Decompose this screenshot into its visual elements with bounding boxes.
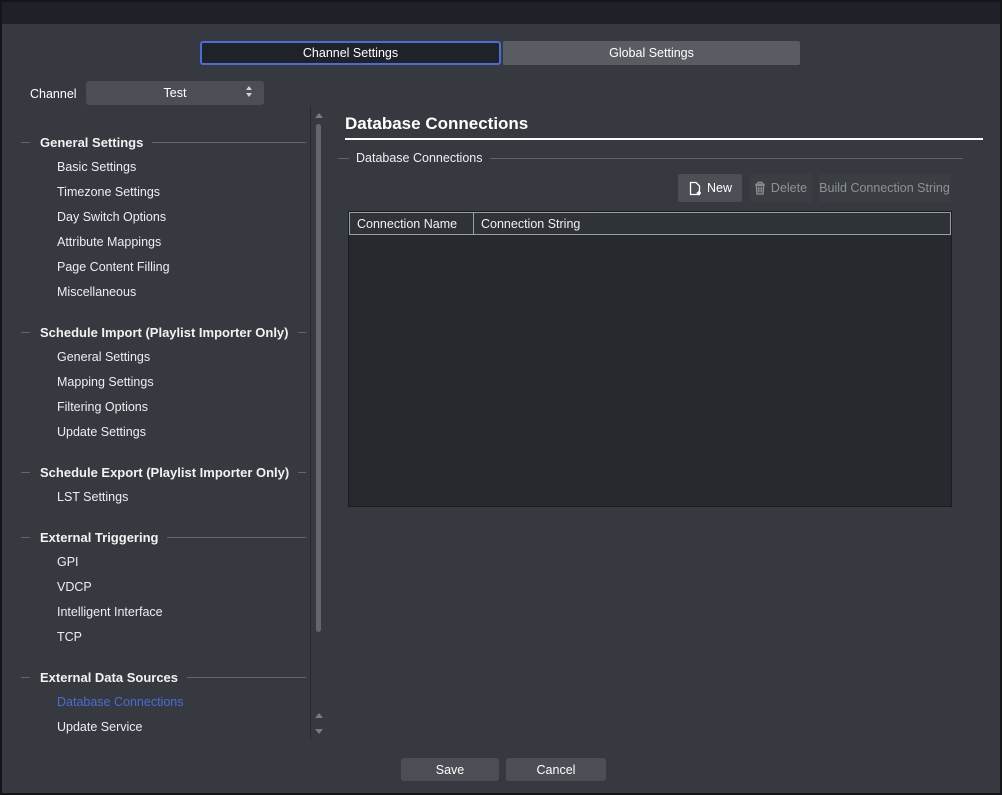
section-line [21,142,30,143]
app-window: Channel Settings Global Settings Channel… [0,0,1002,795]
sidebar-item-vdcp[interactable]: VDCP [2,575,310,600]
section-line [21,472,30,473]
sidebar-item-tcp[interactable]: TCP [2,625,310,650]
sidebar-item-timezone-settings[interactable]: Timezone Settings [2,180,310,205]
section-line [298,472,306,473]
sidebar-item-intelligent-interface[interactable]: Intelligent Interface [2,600,310,625]
scroll-up-icon[interactable] [315,113,323,118]
sidebar-item-basic-settings[interactable]: Basic Settings [2,155,310,180]
connections-toolbar: New Delete Build Connection String [678,174,950,202]
section-title-text: Schedule Export (Playlist Importer Only) [40,465,289,480]
section-line [21,332,30,333]
sidebar-item-update-settings[interactable]: Update Settings [2,420,310,445]
groupbox-line [490,158,963,159]
section-title-text: General Settings [40,135,143,150]
new-file-icon [688,181,702,196]
sidebar-nav: General Settings Basic SettingsTimezone S… [2,130,310,755]
sidebar-item-filtering-options[interactable]: Filtering Options [2,395,310,420]
groupbox-database-connections: Database Connections [338,150,963,166]
title-bar [2,2,1000,24]
updown-spinner-icon [246,86,252,97]
sidebar-item-page-content-filling[interactable]: Page Content Filling [2,255,310,280]
sidebar-item-general-settings[interactable]: General Settings [2,345,310,370]
sidebar-section-schedule-export-playlist-importer-only: Schedule Export (Playlist Importer Only)… [2,460,310,510]
channel-label: Channel [30,87,77,101]
trash-icon [754,181,766,195]
save-button[interactable]: Save [401,758,499,781]
sidebar-section-title-schedule-export-playlist-importer-only: Schedule Export (Playlist Importer Only) [2,460,310,485]
sidebar-item-mapping-settings[interactable]: Mapping Settings [2,370,310,395]
sidebar-item-day-switch-options[interactable]: Day Switch Options [2,205,310,230]
sidebar-scrollbar-thumb[interactable] [316,124,321,632]
sidebar-section-external-data-sources: External Data Sources Database Connection… [2,665,310,740]
section-line [152,142,306,143]
groupbox-label: Database Connections [356,151,482,165]
build-button-label: Build Connection String [819,181,950,195]
tab-channel-settings[interactable]: Channel Settings [200,41,501,65]
sidebar-item-lst-settings[interactable]: LST Settings [2,485,310,510]
column-header-connection-string[interactable]: Connection String [474,213,950,234]
sidebar-section-title-general-settings: General Settings [2,130,310,155]
channel-select[interactable]: Test [86,81,264,105]
section-line [298,332,307,333]
sidebar-item-database-connections[interactable]: Database Connections [2,690,310,715]
sidebar-section-title-schedule-import-playlist-importer-only: Schedule Import (Playlist Importer Only) [2,320,310,345]
connections-table-header: Connection NameConnection String [349,212,951,235]
sidebar-item-update-service[interactable]: Update Service [2,715,310,740]
build-connection-string-button[interactable]: Build Connection String [819,174,950,202]
settings-tab-bar: Channel Settings Global Settings [200,41,800,65]
new-button-label: New [707,181,732,195]
delete-button-label: Delete [771,181,807,195]
section-line [187,677,306,678]
section-line [167,537,306,538]
new-button[interactable]: New [678,174,742,202]
section-title-text: External Data Sources [40,670,178,685]
sidebar-item-attribute-mappings[interactable]: Attribute Mappings [2,230,310,255]
delete-button[interactable]: Delete [749,174,812,202]
section-title-text: Schedule Import (Playlist Importer Only) [40,325,289,340]
channel-select-value: Test [164,86,187,100]
title-underline [345,138,983,140]
scroll-up-icon[interactable] [315,713,323,718]
scroll-down-icon[interactable] [315,729,323,734]
sidebar-section-schedule-import-playlist-importer-only: Schedule Import (Playlist Importer Only)… [2,320,310,445]
section-title-text: External Triggering [40,530,158,545]
connections-table-body[interactable] [349,235,951,506]
column-header-connection-name[interactable]: Connection Name [350,213,474,234]
page-title: Database Connections [345,114,528,134]
connections-table: Connection NameConnection String [348,211,952,507]
section-line [21,537,30,538]
sidebar-section-general-settings: General Settings Basic SettingsTimezone S… [2,130,310,305]
tab-global-settings[interactable]: Global Settings [503,41,800,65]
sidebar-divider [310,107,311,739]
sidebar-section-title-external-data-sources: External Data Sources [2,665,310,690]
section-line [21,677,30,678]
sidebar-item-miscellaneous[interactable]: Miscellaneous [2,280,310,305]
sidebar-section-external-triggering: External Triggering GPIVDCPIntelligent In… [2,525,310,650]
groupbox-line [338,158,349,159]
sidebar-section-title-external-triggering: External Triggering [2,525,310,550]
sidebar-item-gpi[interactable]: GPI [2,550,310,575]
cancel-button[interactable]: Cancel [506,758,606,781]
